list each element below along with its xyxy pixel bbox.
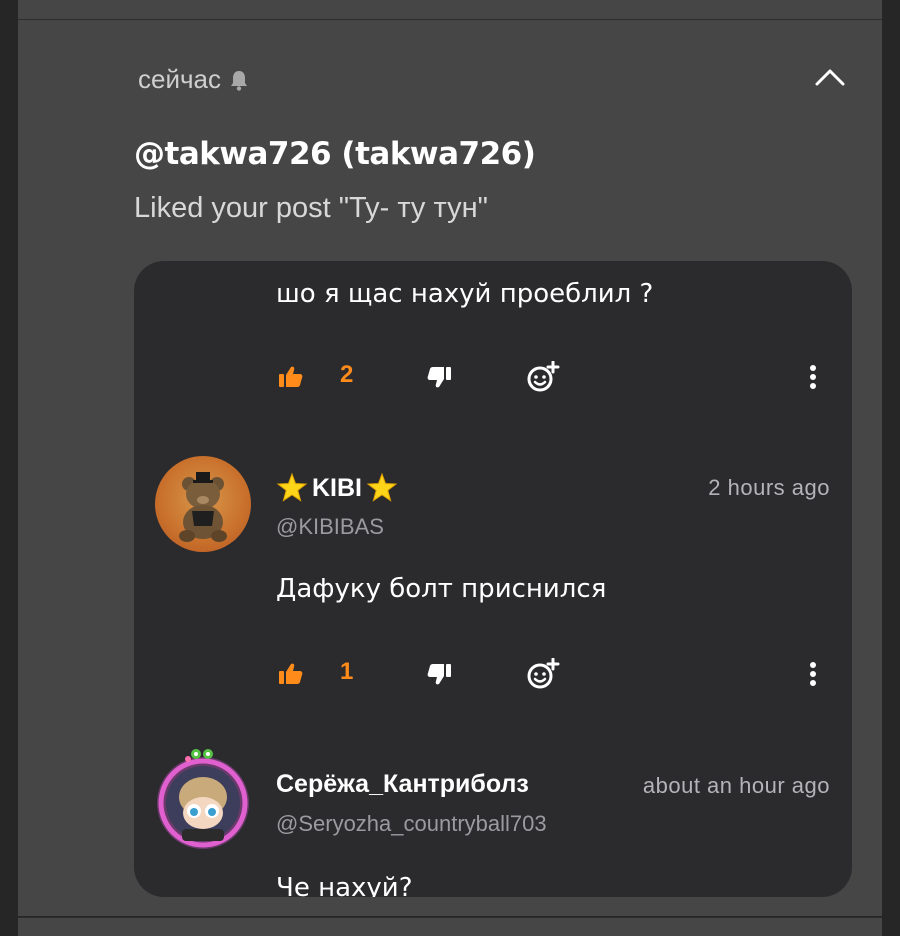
comment-handle: @Seryozha_countryball703: [276, 811, 547, 836]
previous-notification-edge: [18, 0, 882, 20]
more-options-button[interactable]: [808, 654, 818, 694]
chevron-up-icon[interactable]: [812, 62, 848, 92]
next-notification-edge: [18, 917, 882, 936]
comment-username[interactable]: KIBI: [276, 472, 398, 504]
avatar[interactable]: [155, 456, 251, 552]
teddy-bear-avatar-image: [179, 472, 227, 542]
notification-time-label: сейчас: [138, 64, 221, 94]
comment-text: Дафуку болт приснился: [276, 574, 607, 604]
thumbs-up-icon: [279, 663, 303, 684]
add-reaction-icon: [527, 658, 560, 689]
comment-actions: 2: [278, 357, 838, 397]
comment-username[interactable]: Серёжа_Кантриболз: [276, 770, 529, 799]
like-button[interactable]: [278, 357, 304, 397]
comment-timestamp: 2 hours ago: [708, 475, 830, 500]
star-icon: [366, 472, 398, 502]
dislike-button[interactable]: [426, 357, 452, 397]
add-reaction-button[interactable]: [526, 357, 560, 397]
avatar[interactable]: [152, 749, 254, 851]
bell-icon: [231, 70, 247, 91]
more-options-button[interactable]: [808, 357, 818, 397]
comment-timestamp: about an hour ago: [642, 773, 830, 798]
dislike-button[interactable]: [426, 654, 452, 694]
comment-handle: @KIBIBAS: [276, 514, 384, 539]
add-reaction-button[interactable]: [526, 654, 560, 694]
more-vertical-icon: [810, 365, 816, 389]
comment-text: Че нахуй?: [276, 873, 413, 897]
thumbs-down-icon: [427, 664, 451, 685]
notification-title: @takwa726 (takwa726): [134, 136, 536, 172]
add-reaction-icon: [527, 361, 560, 392]
comment-actions: 1: [278, 654, 838, 694]
cartoon-avatar-image: [157, 749, 249, 849]
notification-message: Liked your post "Ту- ту тун": [134, 192, 488, 224]
like-button[interactable]: [278, 654, 304, 694]
comment-username-label: KIBI: [312, 473, 362, 502]
star-icon: [276, 472, 308, 502]
like-count: 1: [340, 658, 354, 685]
like-count: 2: [340, 361, 354, 388]
thumbs-up-icon: [279, 366, 303, 387]
more-vertical-icon: [810, 662, 816, 686]
thumbs-down-icon: [427, 367, 451, 388]
notification-time: сейчас: [138, 64, 249, 95]
comments-preview: шо я щас нахуй проеблил ? 2 KIBI @KIBIBA…: [134, 261, 852, 897]
comment-text: шо я щас нахуй проеблил ?: [276, 279, 654, 309]
